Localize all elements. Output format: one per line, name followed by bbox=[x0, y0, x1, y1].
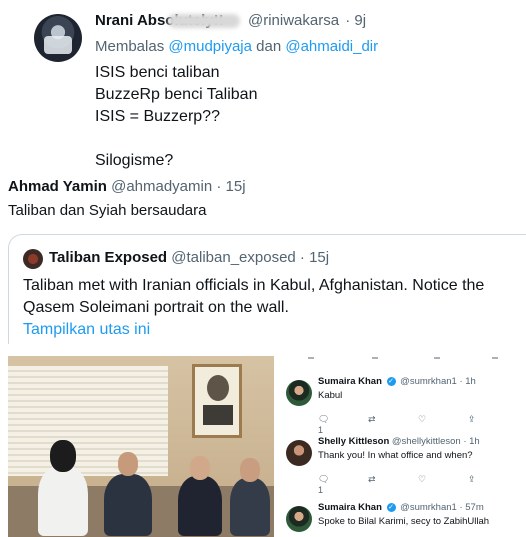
tweet-header: Ahmad Yamin @ahmadyamin · 15j bbox=[8, 178, 246, 195]
quoted-tweet-header: Taliban Exposed @taliban_exposed · 15j bbox=[49, 249, 329, 266]
reply-text: Spoke to Bilal Karimi, secy to ZabihUlla… bbox=[318, 516, 490, 527]
reply-text: Kabul bbox=[318, 390, 343, 401]
tweet-text: ISIS benci taliban BuzzeRp benci Taliban… bbox=[95, 62, 257, 172]
quoted-tweet-text: Taliban met with Iranian officials in Ka… bbox=[23, 277, 485, 316]
replying-to: Membalas @mudpiyaja dan @ahmaidi_dir bbox=[95, 38, 378, 55]
redaction-blur bbox=[167, 14, 240, 29]
author-handle[interactable]: @ahmadyamin bbox=[111, 178, 212, 195]
tweet-line: Silogisme? bbox=[95, 152, 174, 169]
reply-text: Thank you! In what office and when? bbox=[318, 450, 473, 461]
reply-time[interactable]: · 1h bbox=[463, 436, 479, 447]
previous-tweet-actions bbox=[286, 356, 516, 364]
author-handle[interactable]: @sumrkhan1 bbox=[400, 502, 457, 513]
heart-icon[interactable]: ♡ bbox=[418, 474, 468, 495]
author-name[interactable]: Taliban Exposed bbox=[49, 249, 167, 266]
replying-label: Membalas bbox=[95, 38, 165, 55]
avatar[interactable] bbox=[34, 14, 82, 62]
tweet-reply[interactable]: Nrani Absolutely!! @riniwakarsa · 9j Mem… bbox=[0, 0, 526, 178]
reply-mention-2[interactable]: @ahmaidi_dir bbox=[285, 38, 378, 55]
heart-icon[interactable]: ♡ bbox=[418, 414, 468, 435]
photo-portrait-frame bbox=[192, 364, 242, 438]
tweet-time[interactable]: · 9j bbox=[345, 12, 366, 29]
tweet-line bbox=[95, 128, 257, 150]
reply-icon[interactable]: 🗨 1 bbox=[318, 414, 368, 435]
reply-and: dan bbox=[256, 38, 282, 55]
author-name[interactable]: Ahmad Yamin bbox=[8, 178, 107, 195]
verified-badge-icon: ✓ bbox=[386, 376, 396, 386]
tweet-time[interactable]: · 15j bbox=[216, 178, 245, 195]
tweet-line: ISIS benci taliban bbox=[95, 64, 220, 81]
reply-header: Sumaira Khan ✓ @sumrkhan1 · 1h bbox=[318, 376, 476, 387]
tweet-header: Nrani Absolutely!! @riniwakarsa · 9j bbox=[95, 12, 366, 29]
retweet-icon[interactable]: ⇄ bbox=[368, 414, 418, 435]
reply-icon[interactable]: 🗨 1 bbox=[318, 474, 368, 495]
show-thread-link[interactable]: Tampilkan utas ini bbox=[23, 321, 150, 339]
reply-time[interactable]: · 1h bbox=[459, 376, 475, 387]
photo-person bbox=[104, 452, 152, 536]
tweet[interactable]: Ahmad Yamin @ahmadyamin · 15j Taliban da… bbox=[0, 176, 526, 537]
author-name[interactable]: Shelly Kittleson bbox=[318, 436, 389, 447]
reply-actions: 🗨 1 ⇄ ♡ ⇪ bbox=[318, 474, 518, 495]
avatar[interactable] bbox=[286, 440, 312, 466]
thread-reply[interactable]: Sumaira Khan ✓ @sumrkhan1 · 57m Spoke to… bbox=[276, 502, 526, 537]
reply-header: Sumaira Khan ✓ @sumrkhan1 · 57m bbox=[318, 502, 484, 513]
previous-actions-icons bbox=[308, 357, 498, 359]
share-icon[interactable]: ⇪ bbox=[468, 474, 518, 495]
photo-person bbox=[230, 458, 270, 536]
tweet-text: Taliban dan Syiah bersaudara bbox=[8, 202, 207, 219]
share-icon[interactable]: ⇪ bbox=[468, 414, 518, 435]
avatar[interactable] bbox=[23, 249, 43, 269]
thread-reply[interactable]: Sumaira Khan ✓ @sumrkhan1 · 1h Kabul 🗨 1… bbox=[276, 376, 526, 435]
photo-person bbox=[38, 440, 88, 536]
avatar[interactable] bbox=[286, 380, 312, 406]
reply-thread-image[interactable]: Sumaira Khan ✓ @sumrkhan1 · 1h Kabul 🗨 1… bbox=[276, 356, 526, 537]
reply-count: 1 bbox=[318, 485, 324, 495]
verified-badge-icon: ✓ bbox=[386, 502, 396, 512]
photo-window-blind bbox=[8, 366, 168, 476]
author-handle[interactable]: @sumrkhan1 bbox=[400, 376, 457, 387]
quoted-tweet[interactable]: Taliban Exposed @taliban_exposed · 15j T… bbox=[8, 234, 526, 344]
author-name[interactable]: Sumaira Khan bbox=[318, 502, 382, 513]
reply-mention-1[interactable]: @mudpiyaja bbox=[168, 38, 252, 55]
retweet-icon[interactable]: ⇄ bbox=[368, 474, 418, 495]
tweet-line: BuzzeRp benci Taliban bbox=[95, 86, 258, 103]
reply-header: Shelly Kittleson @shellykittleson · 1h bbox=[318, 436, 480, 447]
photo-person bbox=[178, 456, 222, 536]
author-name[interactable]: Sumaira Khan bbox=[318, 376, 382, 387]
tweet-photo[interactable] bbox=[8, 356, 274, 537]
author-handle[interactable]: @taliban_exposed bbox=[171, 249, 295, 266]
author-handle[interactable]: @riniwakarsa bbox=[248, 12, 339, 29]
reply-time[interactable]: · 57m bbox=[459, 502, 483, 513]
thread-reply[interactable]: Shelly Kittleson @shellykittleson · 1h T… bbox=[276, 436, 526, 496]
avatar[interactable] bbox=[286, 506, 312, 532]
reply-actions: 🗨 1 ⇄ ♡ ⇪ bbox=[318, 414, 518, 435]
tweet-time[interactable]: · 15j bbox=[300, 249, 329, 266]
tweet-line: ISIS = Buzzerp?? bbox=[95, 108, 220, 125]
reply-count: 1 bbox=[318, 425, 324, 435]
author-handle[interactable]: @shellykittleson bbox=[392, 436, 461, 447]
